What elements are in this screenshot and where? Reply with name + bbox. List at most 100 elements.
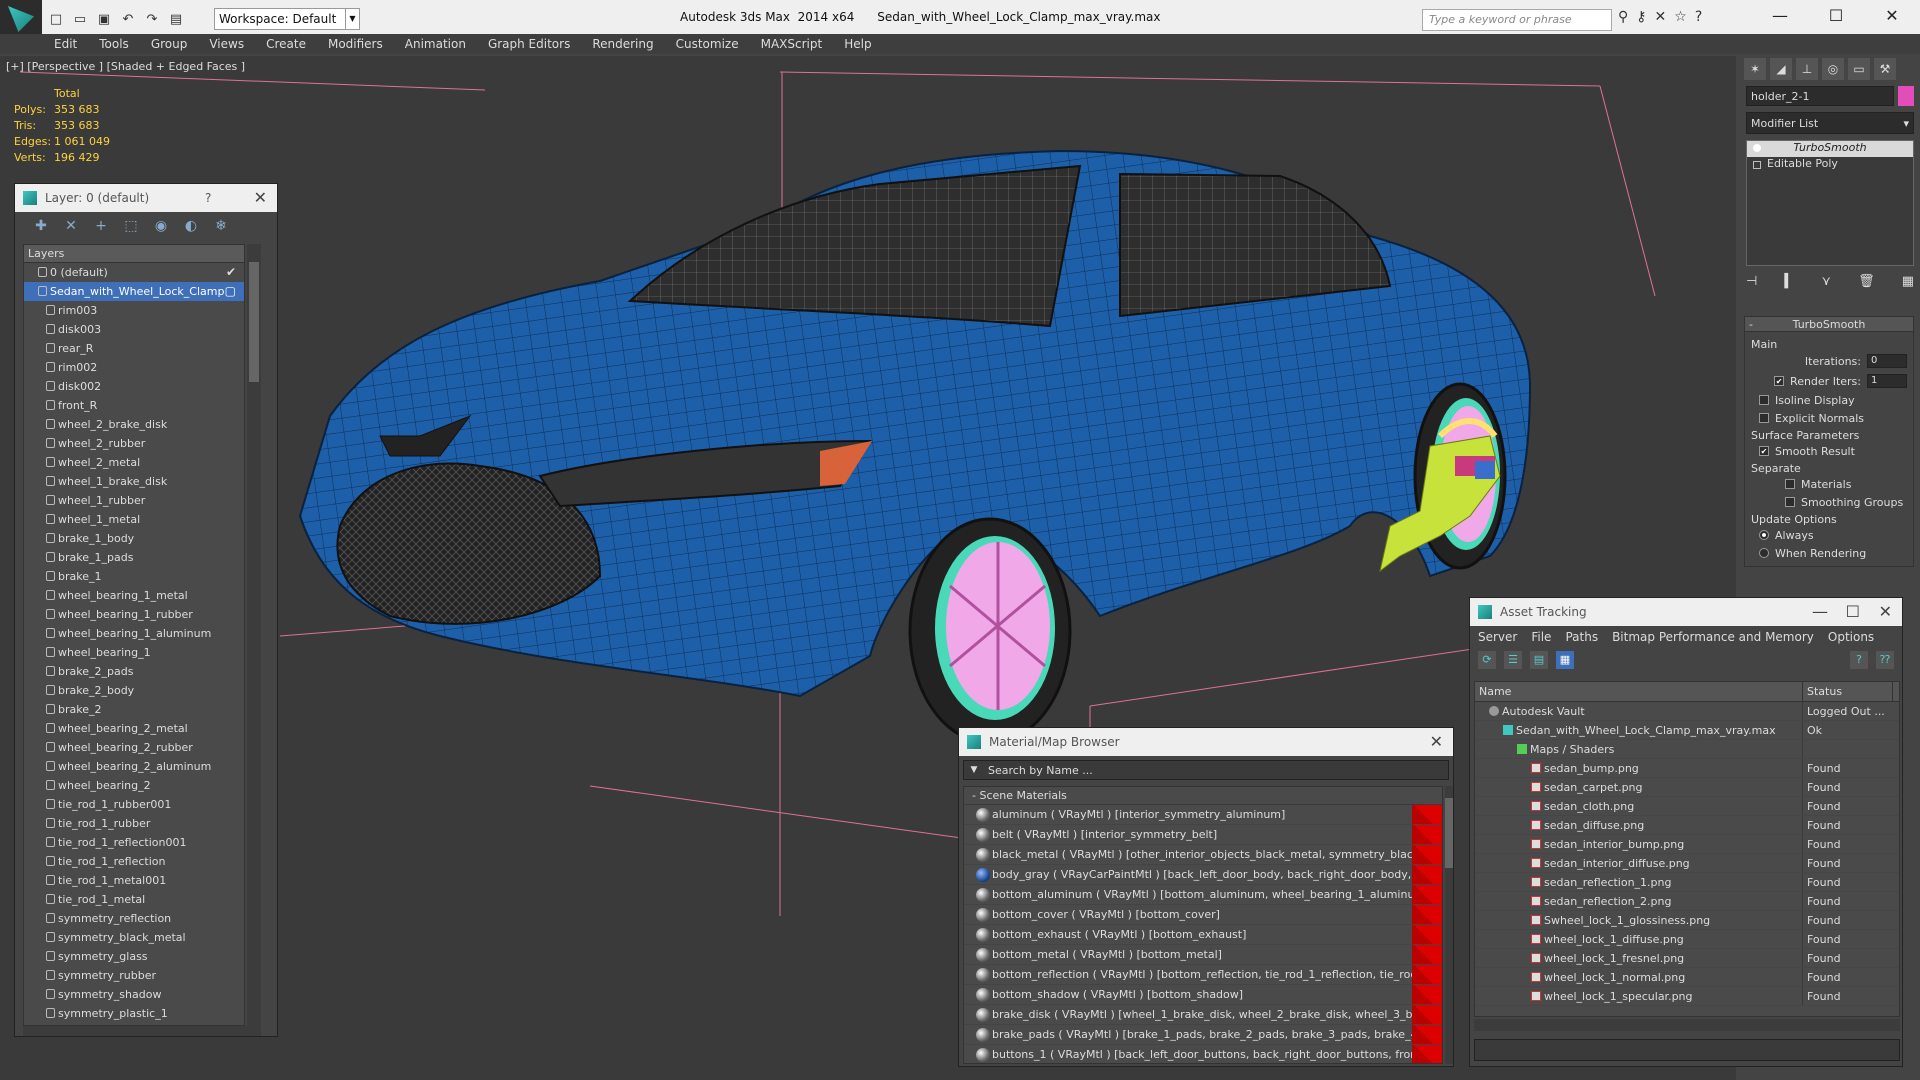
material-search-input[interactable]: ▼ Search by Name ... (963, 760, 1449, 780)
asset-row[interactable]: Sedan_with_Wheel_Lock_Clamp_max_vray.max… (1475, 721, 1899, 740)
layer-object-row[interactable]: tie_rod_1_metal (24, 890, 244, 909)
layer-list-header[interactable]: Layers (24, 245, 244, 263)
material-item[interactable]: bottom_exhaust ( VRayMtl ) [bottom_exhau… (964, 925, 1442, 945)
menu-help[interactable]: Help (844, 34, 885, 54)
layer-object-row[interactable]: symmetry_glass (24, 947, 244, 966)
material-item[interactable]: brake_disk ( VRayMtl ) [wheel_1_brake_di… (964, 1005, 1442, 1025)
asset-row[interactable]: wheel_lock_1_specular.png Found (1475, 987, 1899, 1006)
configure-sets-icon[interactable]: ▦ (1902, 274, 1914, 289)
asset-table[interactable]: Name Status Autodesk Vault Logged Out ...… (1474, 681, 1900, 1017)
help-icon[interactable]: ? (1850, 651, 1868, 669)
asset-row[interactable]: wheel_lock_1_diffuse.png Found (1475, 930, 1899, 949)
hide-all-icon[interactable]: ◐ (181, 218, 201, 238)
help-icon[interactable]: ? (205, 184, 211, 212)
grid-view-icon[interactable]: ▦ (1556, 651, 1574, 669)
menu-maxscript[interactable]: MAXScript (761, 34, 837, 54)
app-logo-icon[interactable] (0, 0, 42, 38)
layer-object-row[interactable]: wheel_bearing_2_aluminum (24, 757, 244, 776)
menu-graph-editors[interactable]: Graph Editors (488, 34, 584, 54)
menu-modifiers[interactable]: Modifiers (328, 34, 397, 54)
viewport-label[interactable]: [+] [Perspective ] [Shaded + Edged Faces… (6, 60, 245, 73)
asset-row[interactable]: Maps / Shaders (1475, 740, 1899, 759)
asset-row[interactable]: sedan_interior_bump.png Found (1475, 835, 1899, 854)
rollout-header[interactable]: - TurboSmooth (1744, 316, 1914, 332)
open-file-icon[interactable]: ▭ (70, 9, 90, 29)
table-view-icon[interactable]: ▤ (1530, 651, 1548, 669)
menu-tools[interactable]: Tools (99, 34, 143, 54)
save-icon[interactable]: ▣ (94, 9, 114, 29)
bulb-icon[interactable] (1753, 144, 1761, 152)
layer-object-row[interactable]: brake_2_pads (24, 662, 244, 681)
utilities-tab-icon[interactable]: ⚒ (1874, 58, 1896, 80)
layer-object-row[interactable]: wheel_2_rubber (24, 434, 244, 453)
asset-row[interactable]: sedan_interior_diffuse.png Found (1475, 854, 1899, 873)
key-icon[interactable]: ⚷ (1636, 9, 1646, 25)
asset-horizontal-scrollbar[interactable] (1474, 1019, 1900, 1031)
display-tab-icon[interactable]: ▭ (1848, 58, 1870, 80)
material-item[interactable]: bottom_aluminum ( VRayMtl ) [bottom_alum… (964, 885, 1442, 905)
layer-object-row[interactable]: wheel_bearing_1_rubber (24, 605, 244, 624)
menu-customize[interactable]: Customize (676, 34, 753, 54)
check-icon[interactable]: ✔ (226, 263, 236, 282)
material-item[interactable]: belt ( VRayMtl ) [interior_symmetry_belt… (964, 825, 1442, 845)
menu-views[interactable]: Views (209, 34, 258, 54)
layer-object-row[interactable]: brake_1_body (24, 529, 244, 548)
isoline-checkbox[interactable] (1759, 395, 1769, 405)
star-icon[interactable]: ☆ (1674, 9, 1687, 25)
always-radio[interactable] (1759, 530, 1769, 540)
delete-layer-icon[interactable]: ✕ (61, 218, 81, 238)
stack-item-turbosmooth[interactable]: TurboSmooth (1747, 141, 1913, 157)
list-view-icon[interactable]: ☰ (1504, 651, 1522, 669)
close-icon[interactable]: ✕ (254, 184, 267, 212)
layer-object-row[interactable]: rim003 (24, 301, 244, 320)
asset-row[interactable]: sedan_diffuse.png Found (1475, 816, 1899, 835)
stack-item-editable-poly[interactable]: Editable Poly (1747, 157, 1913, 173)
layer-object-row[interactable]: disk003 (24, 320, 244, 339)
material-item[interactable]: black_metal ( VRayMtl ) [other_interior_… (964, 845, 1442, 865)
workspace-dropdown[interactable]: Workspace: Default ▼ (214, 8, 360, 30)
asset-menu-server[interactable]: Server (1478, 626, 1517, 648)
asset-row[interactable]: Autodesk Vault Logged Out ... (1475, 702, 1899, 721)
layer-object-row[interactable]: brake_1 (24, 567, 244, 586)
layer-object-row[interactable]: brake_1_pads (24, 548, 244, 567)
context-help-icon[interactable]: ⁇ (1876, 651, 1894, 669)
redo-icon[interactable]: ↷ (142, 9, 162, 29)
layer-object-row[interactable]: wheel_1_brake_disk (24, 472, 244, 491)
show-end-result-icon[interactable]: ▍ (1784, 274, 1794, 289)
layer-horizontal-scrollbar[interactable] (23, 1026, 261, 1036)
asset-row[interactable]: Swheel_lock_1_glossiness.png Found (1475, 911, 1899, 930)
material-item[interactable]: bottom_reflection ( VRayMtl ) [bottom_re… (964, 965, 1442, 985)
layer-object-row[interactable]: tie_rod_1_reflection (24, 852, 244, 871)
close-icon[interactable]: ✕ (1879, 598, 1892, 626)
layer-row-sedan[interactable]: Sedan_with_Wheel_Lock_Clamp ▢ (24, 282, 244, 301)
layer-object-row[interactable]: tie_rod_1_rubber (24, 814, 244, 833)
layer-object-row[interactable]: wheel_1_metal (24, 510, 244, 529)
render-iters-checkbox[interactable]: ✔ (1774, 376, 1785, 386)
exchange-icon[interactable]: ✕ (1655, 9, 1667, 25)
render-iters-spinner[interactable]: 1 (1867, 374, 1907, 388)
material-browser-titlebar[interactable]: Material/Map Browser ✕ (959, 728, 1453, 756)
layer-object-row[interactable]: symmetry_plastic_1 (24, 1004, 244, 1023)
undo-icon[interactable]: ↶ (118, 9, 138, 29)
layer-panel-titlebar[interactable]: Layer: 0 (default) ? ✕ (15, 184, 277, 212)
layer-object-row[interactable]: wheel_2_brake_disk (24, 415, 244, 434)
material-item[interactable]: body_gray ( VRayCarPaintMtl ) [back_left… (964, 865, 1442, 885)
material-item[interactable]: brake_pads ( VRayMtl ) [brake_1_pads, br… (964, 1025, 1442, 1045)
motion-tab-icon[interactable]: ◎ (1822, 58, 1844, 80)
layer-object-row[interactable]: tie_rod_1_reflection001 (24, 833, 244, 852)
new-file-icon[interactable]: □ (46, 9, 66, 29)
asset-row[interactable]: sedan_cloth.png Found (1475, 797, 1899, 816)
highlight-layer-icon[interactable]: ◉ (151, 218, 171, 238)
minimize-icon[interactable]: — (1752, 0, 1808, 34)
modifier-stack[interactable]: TurboSmooth Editable Poly (1746, 140, 1914, 266)
layer-object-row[interactable]: rim002 (24, 358, 244, 377)
layer-object-row[interactable]: wheel_bearing_2 (24, 776, 244, 795)
minimize-icon[interactable]: — (1812, 598, 1828, 626)
layer-object-row[interactable]: wheel_bearing_1 (24, 643, 244, 662)
layer-row-default[interactable]: 0 (default) ✔ (24, 263, 244, 282)
scroll-thumb[interactable] (249, 262, 259, 382)
layer-object-row[interactable]: wheel_bearing_1_metal (24, 586, 244, 605)
scene-materials-group[interactable]: - Scene Materials (964, 787, 1442, 805)
create-tab-icon[interactable]: ✶ (1744, 58, 1766, 80)
create-layer-icon[interactable]: ✚ (31, 218, 51, 238)
